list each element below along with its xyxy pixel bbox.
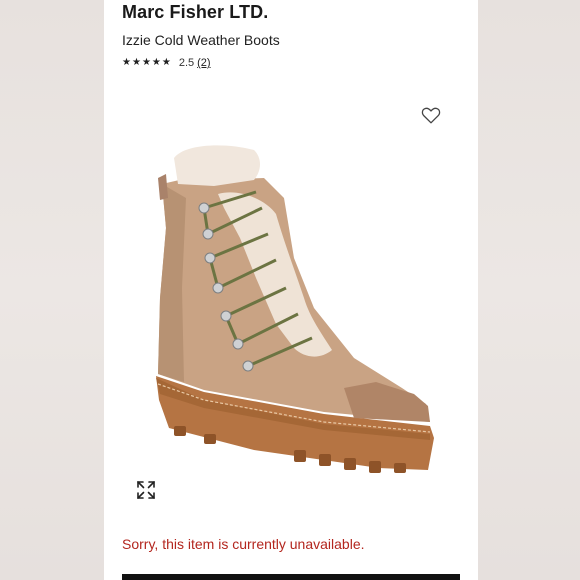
product-title: Izzie Cold Weather Boots (122, 32, 280, 48)
product-image (156, 145, 434, 473)
background-right (478, 0, 580, 580)
rating-value: 2.5 (178, 57, 195, 69)
rating-row: ★ ★ ★ ★ ★ 2.5 (2) (122, 57, 211, 69)
heart-icon[interactable] (420, 104, 442, 126)
product-card: Marc Fisher LTD. Izzie Cold Weather Boot… (104, 0, 478, 580)
review-count-link[interactable]: (2) (197, 57, 210, 69)
add-to-bag-bar[interactable] (122, 574, 460, 580)
star-icon: ★ (141, 57, 151, 68)
star-icon: ★ (122, 57, 131, 68)
unavailable-message: Sorry, this item is currently unavailabl… (122, 536, 365, 552)
star-icon: ★ (161, 57, 171, 68)
expand-icon[interactable] (136, 480, 156, 500)
star-icon: ★ (151, 57, 161, 68)
background-left (0, 0, 104, 580)
star-icon: ★ (131, 57, 141, 68)
star-rating: ★ ★ ★ ★ ★ (122, 58, 171, 68)
brand-name[interactable]: Marc Fisher LTD. (122, 2, 268, 23)
